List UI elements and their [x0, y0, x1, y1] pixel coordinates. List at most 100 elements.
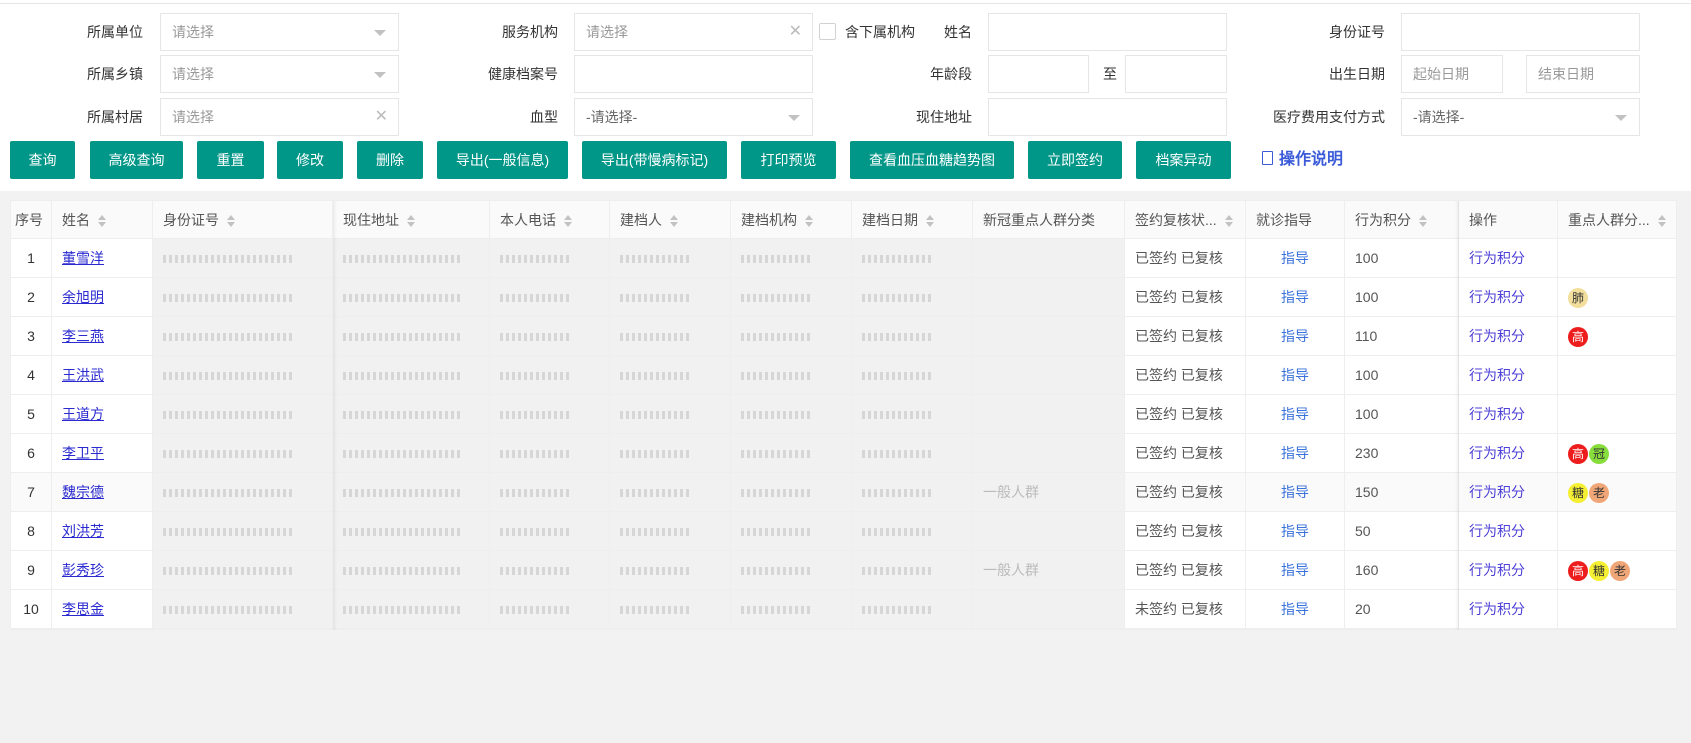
patient-name-link[interactable]: 余旭明	[62, 289, 104, 305]
header-col-creator[interactable]: 建档人	[610, 201, 731, 239]
cell-col-name[interactable]: 余旭明	[52, 278, 153, 317]
address-input[interactable]	[988, 98, 1227, 136]
cell-col-name[interactable]: 李三燕	[52, 317, 153, 356]
guide-link[interactable]: 指导	[1281, 328, 1309, 344]
patient-name-link[interactable]: 李思金	[62, 601, 104, 617]
header-col-date[interactable]: 建档日期	[852, 201, 973, 239]
guide-link[interactable]: 指导	[1281, 484, 1309, 500]
sort-icon[interactable]	[670, 214, 679, 228]
patient-name-link[interactable]: 魏宗德	[62, 484, 104, 500]
patient-name-link[interactable]: 董雪洋	[62, 250, 104, 266]
cell-col-id-no	[153, 239, 333, 278]
sort-icon[interactable]	[805, 214, 814, 228]
behavior-score-link[interactable]: 行为积分	[1469, 289, 1525, 305]
payment-select[interactable]: -请选择-	[1401, 98, 1640, 136]
behavior-score-link[interactable]: 行为积分	[1469, 367, 1525, 383]
cell-col-score: 100	[1345, 239, 1459, 278]
sign-now-button[interactable]: 立即签约	[1028, 141, 1122, 179]
birth-end-input[interactable]: 结束日期	[1526, 55, 1640, 93]
reset-button[interactable]: 重置	[197, 141, 264, 179]
guide-link[interactable]: 指导	[1281, 289, 1309, 305]
header-col-address[interactable]: 现住地址	[333, 201, 490, 239]
cell-col-name[interactable]: 董雪洋	[52, 239, 153, 278]
patient-name-link[interactable]: 王洪武	[62, 367, 104, 383]
age-from-input[interactable]	[988, 55, 1089, 93]
cell-col-name[interactable]: 魏宗德	[52, 473, 153, 512]
cell-col-name[interactable]: 李思金	[52, 590, 153, 629]
service-org-select[interactable]: 请选择 ✕	[574, 13, 813, 51]
behavior-score-link[interactable]: 行为积分	[1469, 562, 1525, 578]
sort-icon[interactable]	[98, 214, 107, 228]
guide-link[interactable]: 指导	[1281, 250, 1309, 266]
behavior-score-link[interactable]: 行为积分	[1469, 523, 1525, 539]
behavior-score-link[interactable]: 行为积分	[1469, 406, 1525, 422]
clear-icon[interactable]: ✕	[375, 99, 388, 135]
sort-icon[interactable]	[1224, 214, 1234, 228]
behavior-score-link[interactable]: 行为积分	[1469, 484, 1525, 500]
export-chronic-button[interactable]: 导出(带慢病标记)	[582, 141, 727, 179]
cell-col-score: 50	[1345, 512, 1459, 551]
header-col-id-no[interactable]: 身份证号	[153, 201, 333, 239]
town-select[interactable]: 请选择	[160, 55, 399, 93]
record-change-button[interactable]: 档案异动	[1136, 141, 1231, 179]
sort-icon[interactable]	[1419, 214, 1428, 228]
birth-start-input[interactable]: 起始日期	[1401, 55, 1503, 93]
redacted-value	[343, 255, 463, 264]
record-no-input[interactable]	[574, 55, 813, 93]
edit-button[interactable]: 修改	[277, 141, 343, 179]
guide-link[interactable]: 指导	[1281, 523, 1309, 539]
redacted-value	[862, 489, 932, 498]
patient-name-link[interactable]: 李三燕	[62, 328, 104, 344]
sort-icon[interactable]	[564, 214, 573, 228]
sort-icon[interactable]	[1657, 214, 1667, 228]
header-col-org[interactable]: 建档机构	[731, 201, 852, 239]
key-group-badge: 高	[1568, 444, 1588, 465]
header-col-name[interactable]: 姓名	[52, 201, 153, 239]
behavior-score-link[interactable]: 行为积分	[1469, 250, 1525, 266]
help-link[interactable]: 操作说明	[1262, 141, 1343, 179]
patient-name-link[interactable]: 李卫平	[62, 445, 104, 461]
sort-icon[interactable]	[926, 214, 935, 228]
cell-col-name[interactable]: 李卫平	[52, 434, 153, 473]
cell-col-name[interactable]: 刘洪芳	[52, 512, 153, 551]
guide-link[interactable]: 指导	[1281, 445, 1309, 461]
print-preview-button[interactable]: 打印预览	[741, 141, 836, 179]
patient-name-link[interactable]: 王道方	[62, 406, 104, 422]
patient-name-link[interactable]: 刘洪芳	[62, 523, 104, 539]
header-label: 就诊指导	[1256, 212, 1312, 228]
include-sub-checkbox[interactable]	[819, 23, 836, 40]
cell-col-name[interactable]: 王道方	[52, 395, 153, 434]
advanced-query-button[interactable]: 高级查询	[90, 141, 183, 179]
name-input[interactable]	[988, 13, 1227, 51]
header-col-key-group[interactable]: 重点人群分...	[1558, 201, 1677, 239]
village-select[interactable]: 请选择 ✕	[160, 98, 399, 136]
sort-icon[interactable]	[407, 214, 416, 228]
header-col-score[interactable]: 行为积分	[1345, 201, 1459, 239]
guide-link[interactable]: 指导	[1281, 601, 1309, 617]
cell-col-score: 110	[1345, 317, 1459, 356]
id-no-input[interactable]	[1401, 13, 1640, 51]
export-general-button[interactable]: 导出(一般信息)	[437, 141, 568, 179]
behavior-score-link[interactable]: 行为积分	[1469, 445, 1525, 461]
query-button[interactable]: 查询	[10, 141, 75, 179]
delete-button[interactable]: 删除	[357, 141, 423, 179]
header-col-sign-status[interactable]: 签约复核状...	[1125, 201, 1246, 239]
cell-col-name[interactable]: 彭秀珍	[52, 551, 153, 590]
guide-link[interactable]: 指导	[1281, 406, 1309, 422]
bp-glucose-trend-button[interactable]: 查看血压血糖趋势图	[850, 141, 1014, 179]
cell-col-name[interactable]: 王洪武	[52, 356, 153, 395]
guide-link[interactable]: 指导	[1281, 562, 1309, 578]
guide-link[interactable]: 指导	[1281, 367, 1309, 383]
payment-label: 医疗费用支付方式	[1273, 109, 1385, 125]
age-to-input[interactable]	[1125, 55, 1227, 93]
header-col-phone[interactable]: 本人电话	[490, 201, 610, 239]
header-col-no: 序号	[11, 201, 52, 239]
redacted-value	[163, 333, 293, 342]
behavior-score-link[interactable]: 行为积分	[1469, 328, 1525, 344]
blood-select[interactable]: -请选择-	[574, 98, 813, 136]
sort-icon[interactable]	[227, 214, 236, 228]
behavior-score-link[interactable]: 行为积分	[1469, 601, 1525, 617]
unit-select[interactable]: 请选择	[160, 13, 399, 51]
patient-name-link[interactable]: 彭秀珍	[62, 562, 104, 578]
clear-icon[interactable]: ✕	[789, 14, 802, 50]
